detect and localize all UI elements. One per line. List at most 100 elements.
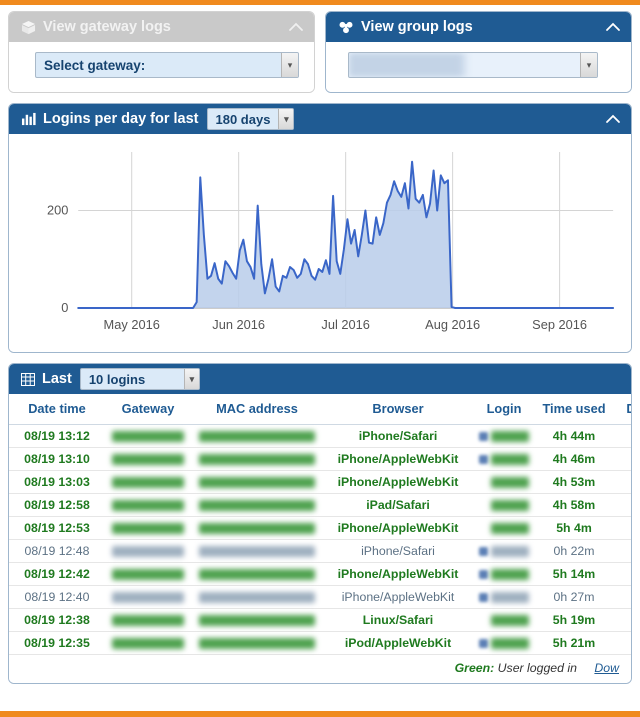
cell-gateway bbox=[105, 447, 191, 471]
table-row[interactable]: 08/19 12:40 iPhone/AppleWebKit 0h 27m bbox=[9, 585, 631, 609]
page-container: View gateway logs Select gateway: ▾ View… bbox=[0, 5, 640, 705]
download-link[interactable]: Dow bbox=[594, 661, 619, 675]
redacted-login bbox=[491, 614, 529, 626]
cell-browser: iPhone/AppleWebKit bbox=[323, 470, 473, 494]
redacted-login bbox=[491, 591, 529, 603]
cell-time-used: 5h 4m bbox=[535, 516, 613, 540]
cell-date-time: 08/19 12:48 bbox=[9, 539, 105, 563]
table-row[interactable]: 08/19 12:38 Linux/Safari 5h 19m bbox=[9, 608, 631, 632]
cube-icon bbox=[21, 20, 36, 35]
cell-gateway bbox=[105, 631, 191, 655]
chevron-down-icon[interactable]: ▾ bbox=[183, 369, 199, 389]
cell-mac-address bbox=[191, 424, 323, 448]
redacted-login bbox=[491, 476, 529, 488]
chart-range-dropdown[interactable]: 180 days ▾ bbox=[206, 108, 295, 130]
view-group-logs-panel: View group logs ▾ bbox=[325, 11, 632, 93]
cell-browser: Linux/Safari bbox=[323, 608, 473, 632]
cell-browser: iPhone/AppleWebKit bbox=[323, 516, 473, 540]
table-row[interactable]: 08/19 12:58 iPad/Safari 4h 58m bbox=[9, 493, 631, 517]
gateway-panel-header[interactable]: View gateway logs bbox=[9, 12, 314, 42]
cell-date-time: 08/19 12:40 bbox=[9, 585, 105, 609]
table-grid-icon bbox=[21, 372, 35, 386]
select-gateway-dropdown[interactable]: Select gateway: ▾ bbox=[35, 52, 299, 78]
table-header-row: Date time Gateway MAC address Browser Lo… bbox=[9, 394, 631, 425]
gateway-panel-body: Select gateway: ▾ bbox=[9, 42, 314, 92]
column-header-truncated[interactable]: D bbox=[613, 394, 631, 425]
chevron-up-icon[interactable] bbox=[288, 19, 304, 35]
cell-truncated bbox=[613, 424, 631, 448]
table-row[interactable]: 08/19 13:10 iPhone/AppleWebKit 4h 46m bbox=[9, 447, 631, 471]
cell-login bbox=[473, 562, 535, 586]
redacted-login bbox=[491, 637, 529, 649]
x-axis-tick-label: May 2016 bbox=[104, 317, 160, 332]
column-header-mac-address[interactable]: MAC address bbox=[191, 394, 323, 425]
cell-browser: iPhone/Safari bbox=[323, 424, 473, 448]
cell-login bbox=[473, 539, 535, 563]
logins-area-chart: 0 200 May 2016 Jun 2016 Jul 2016 Aug 2016 Sep … bbox=[19, 144, 621, 340]
cell-time-used: 4h 53m bbox=[535, 470, 613, 494]
cell-date-time: 08/19 12:42 bbox=[9, 562, 105, 586]
logins-table-head: Date time Gateway MAC address Browser Lo… bbox=[9, 394, 631, 425]
chevron-down-icon[interactable]: ▾ bbox=[580, 53, 597, 77]
select-gateway-value: Select gateway: bbox=[44, 57, 146, 73]
cell-time-used: 5h 14m bbox=[535, 562, 613, 586]
redacted-mac bbox=[199, 615, 315, 627]
x-axis-tick-label: Sep 2016 bbox=[532, 317, 587, 332]
cell-date-time: 08/19 12:38 bbox=[9, 608, 105, 632]
cell-truncated bbox=[613, 585, 631, 609]
column-header-time-used[interactable]: Time used bbox=[535, 394, 613, 425]
user-avatar-icon bbox=[479, 546, 488, 556]
table-row[interactable]: 08/19 13:03 iPhone/AppleWebKit 4h 53m bbox=[9, 470, 631, 494]
cell-mac-address bbox=[191, 585, 323, 609]
user-avatar-icon bbox=[479, 454, 488, 464]
cell-login bbox=[473, 493, 535, 517]
column-header-gateway[interactable]: Gateway bbox=[105, 394, 191, 425]
cell-browser: iPad/Safari bbox=[323, 493, 473, 517]
redacted-mac bbox=[199, 592, 315, 604]
chevron-down-icon[interactable]: ▾ bbox=[281, 53, 298, 77]
redacted-mac bbox=[199, 477, 315, 489]
cell-truncated bbox=[613, 539, 631, 563]
cell-time-used: 5h 21m bbox=[535, 631, 613, 655]
redacted-mac bbox=[199, 500, 315, 512]
cell-mac-address bbox=[191, 631, 323, 655]
redacted-gateway bbox=[112, 638, 184, 650]
group-panel-body: ▾ bbox=[326, 42, 631, 92]
redacted-mac bbox=[199, 523, 315, 535]
chevron-up-icon[interactable] bbox=[605, 111, 621, 127]
chart-panel-header[interactable]: Logins per day for last 180 days ▾ bbox=[9, 104, 631, 134]
redacted-gateway bbox=[112, 615, 184, 627]
cell-mac-address bbox=[191, 493, 323, 517]
column-header-browser[interactable]: Browser bbox=[323, 394, 473, 425]
chevron-up-icon[interactable] bbox=[605, 19, 621, 35]
column-header-login[interactable]: Login bbox=[473, 394, 535, 425]
table-panel-body: Date time Gateway MAC address Browser Lo… bbox=[9, 394, 631, 683]
chart-svg: 0 200 May 2016 Jun 2016 Jul 2016 Aug 2016 Sep … bbox=[47, 152, 615, 332]
cell-gateway bbox=[105, 470, 191, 494]
cell-mac-address bbox=[191, 447, 323, 471]
bar-chart-icon bbox=[21, 112, 36, 126]
redacted-login bbox=[491, 545, 529, 557]
redacted-gateway bbox=[112, 523, 184, 535]
cell-time-used: 0h 22m bbox=[535, 539, 613, 563]
table-row[interactable]: 08/19 13:12 iPhone/Safari 4h 44m bbox=[9, 424, 631, 448]
table-panel-header[interactable]: Last 10 logins ▾ bbox=[9, 364, 631, 394]
chevron-down-icon[interactable]: ▾ bbox=[278, 109, 294, 129]
cell-date-time: 08/19 12:35 bbox=[9, 631, 105, 655]
redacted-gateway bbox=[112, 592, 184, 604]
logins-count-dropdown[interactable]: 10 logins ▾ bbox=[79, 368, 200, 390]
cell-date-time: 08/19 13:03 bbox=[9, 470, 105, 494]
cell-mac-address bbox=[191, 539, 323, 563]
table-row[interactable]: 08/19 12:53 iPhone/AppleWebKit 5h 4m bbox=[9, 516, 631, 540]
column-header-date-time[interactable]: Date time bbox=[9, 394, 105, 425]
group-panel-header[interactable]: View group logs bbox=[326, 12, 631, 42]
table-row[interactable]: 08/19 12:48 iPhone/Safari 0h 22m bbox=[9, 539, 631, 563]
cell-gateway bbox=[105, 516, 191, 540]
cell-time-used: 5h 19m bbox=[535, 608, 613, 632]
table-row[interactable]: 08/19 12:42 iPhone/AppleWebKit 5h 14m bbox=[9, 562, 631, 586]
legend-green-text: User logged in bbox=[497, 661, 577, 675]
select-group-dropdown[interactable]: ▾ bbox=[348, 52, 598, 78]
cell-login bbox=[473, 516, 535, 540]
cell-gateway bbox=[105, 539, 191, 563]
table-row[interactable]: 08/19 12:35 iPod/AppleWebKit 5h 21m bbox=[9, 631, 631, 655]
